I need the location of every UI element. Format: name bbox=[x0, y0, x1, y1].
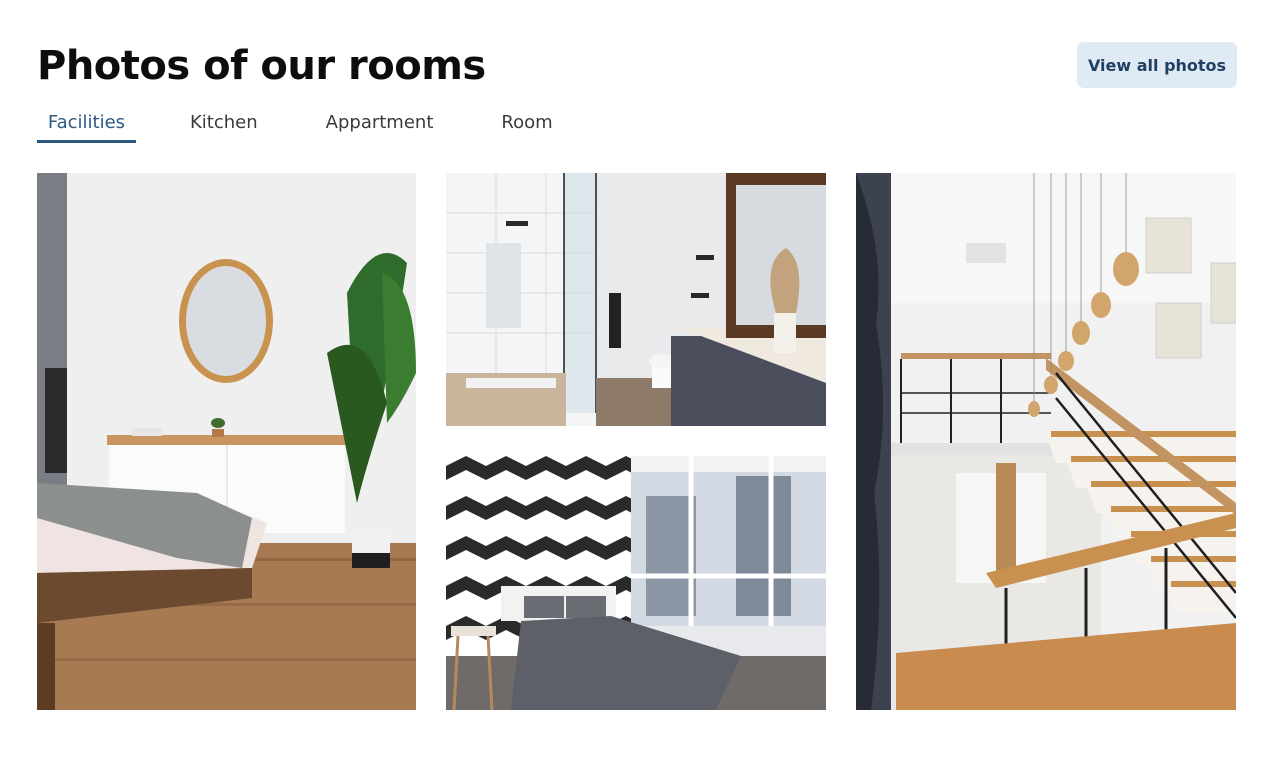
page-title: Photos of our rooms bbox=[37, 43, 486, 89]
view-all-photos-button[interactable]: View all photos bbox=[1077, 42, 1237, 88]
tab-room[interactable]: Room bbox=[501, 108, 552, 144]
bedroom-photo[interactable] bbox=[37, 173, 416, 710]
tab-appartment[interactable]: Appartment bbox=[326, 108, 434, 144]
tab-kitchen[interactable]: Kitchen bbox=[190, 108, 258, 144]
tab-facilities[interactable]: Facilities bbox=[37, 108, 136, 144]
photo-category-tabs: Facilities Kitchen Appartment Room bbox=[37, 108, 553, 144]
staircase-photo[interactable] bbox=[856, 173, 1236, 710]
bathroom-photo[interactable] bbox=[446, 173, 826, 426]
chevron-bedroom-photo[interactable] bbox=[446, 456, 826, 710]
